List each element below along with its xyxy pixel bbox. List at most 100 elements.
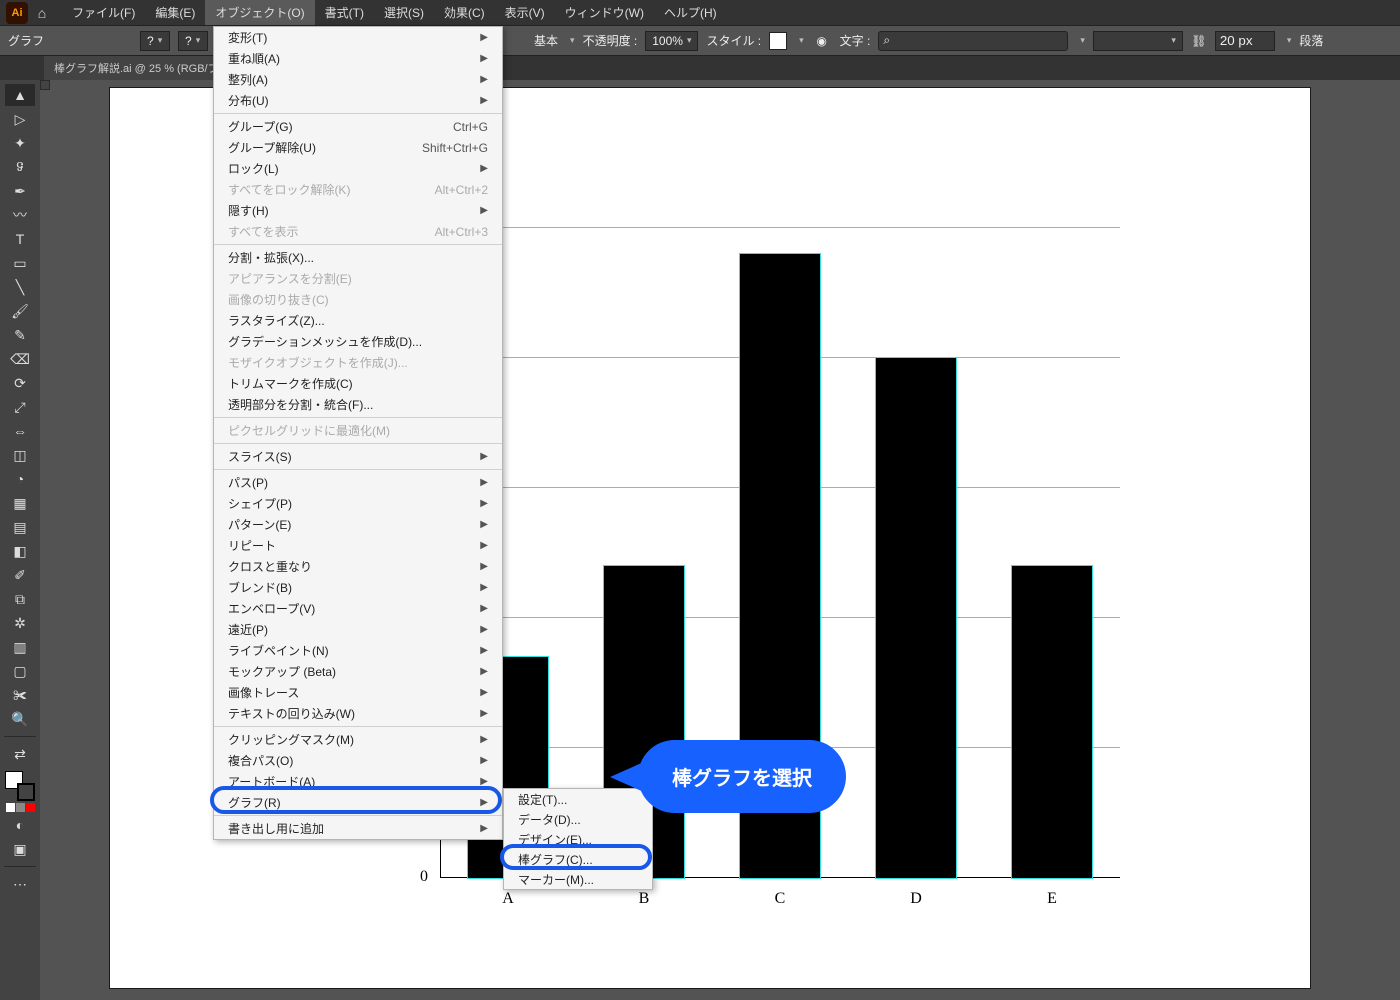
color-mode-row[interactable] — [6, 803, 35, 812]
app-logo: Ai — [6, 2, 28, 24]
menu-item-変形t[interactable]: 変形(T)▶ — [214, 27, 502, 48]
lasso-tool[interactable]: ទ — [5, 156, 35, 178]
recolor-icon[interactable]: ◉ — [812, 31, 832, 51]
basic-label: 基本 — [534, 32, 558, 49]
curvature-tool[interactable]: 〰 — [5, 204, 35, 226]
menu-item-パターンe[interactable]: パターン(E)▶ — [214, 514, 502, 535]
fill-stroke-indicator[interactable] — [5, 771, 35, 801]
width-tool[interactable]: ⇔ — [5, 420, 35, 442]
shape-builder-tool[interactable]: ◔ — [5, 468, 35, 490]
home-icon[interactable]: ⌂ — [32, 5, 52, 21]
submenu-item-デザインe[interactable]: デザイン(E)... — [504, 829, 652, 849]
pen-tool[interactable]: ✒ — [5, 180, 35, 202]
menu-item-スライスs[interactable]: スライス(S)▶ — [214, 446, 502, 467]
menu-item-ライブペイントn[interactable]: ライブペイント(N)▶ — [214, 640, 502, 661]
menu-select[interactable]: 選択(S) — [374, 0, 434, 25]
chain-icon[interactable]: ⛓ — [1191, 34, 1207, 48]
menu-help[interactable]: ヘルプ(H) — [654, 0, 727, 25]
stroke-width-input[interactable] — [1215, 31, 1275, 51]
menu-item-クロスと重なり[interactable]: クロスと重なり▶ — [214, 556, 502, 577]
fill-dropdown[interactable]: ?▾ — [140, 31, 170, 51]
menu-item-すべてを表示: すべてを表示Alt+Ctrl+3 — [214, 221, 502, 242]
menu-item-透明部分を分割・統合f[interactable]: 透明部分を分割・統合(F)... — [214, 394, 502, 415]
document-tab-bar: 棒グラフ解説.ai @ 25 % (RGB/プレ… × — [0, 56, 1400, 80]
menu-item-分布u[interactable]: 分布(U)▶ — [214, 90, 502, 111]
menu-item-書き出し用に追加[interactable]: 書き出し用に追加▶ — [214, 818, 502, 839]
menu-item-グラデーションメッシュを作成d[interactable]: グラデーションメッシュを作成(D)... — [214, 331, 502, 352]
screen-mode[interactable]: ▣ — [5, 838, 35, 860]
menu-item-モザイクオブジェクトを作成j: モザイクオブジェクトを作成(J)... — [214, 352, 502, 373]
menu-file[interactable]: ファイル(F) — [62, 0, 145, 25]
edit-toolbar[interactable]: ⋯ — [5, 873, 35, 895]
direct-selection-tool[interactable]: ▷ — [5, 108, 35, 130]
menu-item-遠近p[interactable]: 遠近(P)▶ — [214, 619, 502, 640]
menu-edit[interactable]: 編集(E) — [145, 0, 205, 25]
style-swatch[interactable] — [769, 32, 787, 50]
selection-type-label: グラフ — [8, 32, 44, 49]
font-style-dropdown[interactable]: ▾ — [1093, 31, 1183, 51]
artboard-tool[interactable]: ▢ — [5, 660, 35, 682]
menu-item-ブレンドb[interactable]: ブレンド(B)▶ — [214, 577, 502, 598]
menu-item-グループg[interactable]: グループ(G)Ctrl+G — [214, 116, 502, 137]
submenu-item-マーカーm[interactable]: マーカー(M)... — [504, 869, 652, 889]
eraser-tool[interactable]: ⌫ — [5, 348, 35, 370]
bar-D[interactable] — [876, 358, 956, 878]
selection-tool[interactable]: ▲ — [5, 84, 35, 106]
menu-window[interactable]: ウィンドウ(W) — [555, 0, 654, 25]
menu-effect[interactable]: 効果(C) — [434, 0, 495, 25]
menu-item-テキストの回り込みw[interactable]: テキストの回り込み(W)▶ — [214, 703, 502, 724]
menu-item-分割・拡張x[interactable]: 分割・拡張(X)... — [214, 247, 502, 268]
mesh-tool[interactable]: ▤ — [5, 516, 35, 538]
shaper-tool[interactable]: ✎ — [5, 324, 35, 346]
toggle-fill-stroke[interactable]: ⇄ — [5, 743, 35, 765]
menu-item-整列a[interactable]: 整列(A)▶ — [214, 69, 502, 90]
scale-tool[interactable]: ⤢ — [5, 396, 35, 418]
menu-item-ロックl[interactable]: ロック(L)▶ — [214, 158, 502, 179]
paragraph-label: 段落 — [1299, 32, 1323, 49]
line-tool[interactable]: ╲ — [5, 276, 35, 298]
menu-item-画像トレース[interactable]: 画像トレース▶ — [214, 682, 502, 703]
slice-tool[interactable]: ✀ — [5, 684, 35, 706]
menu-item-グラフr[interactable]: グラフ(R)▶ — [214, 792, 502, 813]
rectangle-tool[interactable]: ▭ — [5, 252, 35, 274]
menu-item-シェイプp[interactable]: シェイプ(P)▶ — [214, 493, 502, 514]
bar-E[interactable] — [1012, 566, 1092, 878]
zoom-tool[interactable]: 🔍 — [5, 708, 35, 730]
menu-item-モックアップ beta[interactable]: モックアップ (Beta)▶ — [214, 661, 502, 682]
menu-item-クリッピングマスクm[interactable]: クリッピングマスク(M)▶ — [214, 729, 502, 750]
eyedropper-tool[interactable]: ✐ — [5, 564, 35, 586]
graph-submenu: 設定(T)...データ(D)...デザイン(E)...棒グラフ(C)...マーカ… — [503, 788, 653, 890]
menu-type[interactable]: 書式(T) — [315, 0, 374, 25]
menu-item-リピート[interactable]: リピート▶ — [214, 535, 502, 556]
paintbrush-tool[interactable]: 🖌 — [5, 300, 35, 322]
menu-item-重ね順a[interactable]: 重ね順(A)▶ — [214, 48, 502, 69]
menu-item-トリムマークを作成c[interactable]: トリムマークを作成(C) — [214, 373, 502, 394]
style-label: スタイル : — [706, 32, 761, 49]
drawing-mode[interactable]: ◐ — [5, 814, 35, 836]
type-tool[interactable]: T — [5, 228, 35, 250]
font-search[interactable]: ⌕ — [878, 31, 1068, 51]
menu-item-アートボードa[interactable]: アートボード(A)▶ — [214, 771, 502, 792]
blend-tool[interactable]: ⧉ — [5, 588, 35, 610]
menu-item-画像の切り抜きc: 画像の切り抜き(C) — [214, 289, 502, 310]
perspective-tool[interactable]: ▦ — [5, 492, 35, 514]
opacity-value[interactable]: 100%▾ — [645, 31, 698, 51]
free-transform-tool[interactable]: ◫ — [5, 444, 35, 466]
rotate-tool[interactable]: ⟳ — [5, 372, 35, 394]
menu-item-パスp[interactable]: パス(P)▶ — [214, 472, 502, 493]
menu-view[interactable]: 表示(V) — [495, 0, 555, 25]
stroke-dropdown[interactable]: ?▾ — [178, 31, 208, 51]
menu-item-ラスタライズz[interactable]: ラスタライズ(Z)... — [214, 310, 502, 331]
menu-item-グループ解除u[interactable]: グループ解除(U)Shift+Ctrl+G — [214, 137, 502, 158]
menu-item-隠すh[interactable]: 隠す(H)▶ — [214, 200, 502, 221]
menu-item-エンベロープv[interactable]: エンベロープ(V)▶ — [214, 598, 502, 619]
origin-label: 0 — [420, 868, 428, 886]
symbol-sprayer-tool[interactable]: ✲ — [5, 612, 35, 634]
magic-wand-tool[interactable]: ✦ — [5, 132, 35, 154]
gradient-tool[interactable]: ◧ — [5, 540, 35, 562]
menu-item-複合パスo[interactable]: 複合パス(O)▶ — [214, 750, 502, 771]
column-graph-tool[interactable]: ▥ — [5, 636, 35, 658]
submenu-item-データd[interactable]: データ(D)... — [504, 809, 652, 829]
submenu-item-棒グラフc[interactable]: 棒グラフ(C)... — [504, 849, 652, 869]
menu-object[interactable]: オブジェクト(O) — [205, 0, 314, 25]
